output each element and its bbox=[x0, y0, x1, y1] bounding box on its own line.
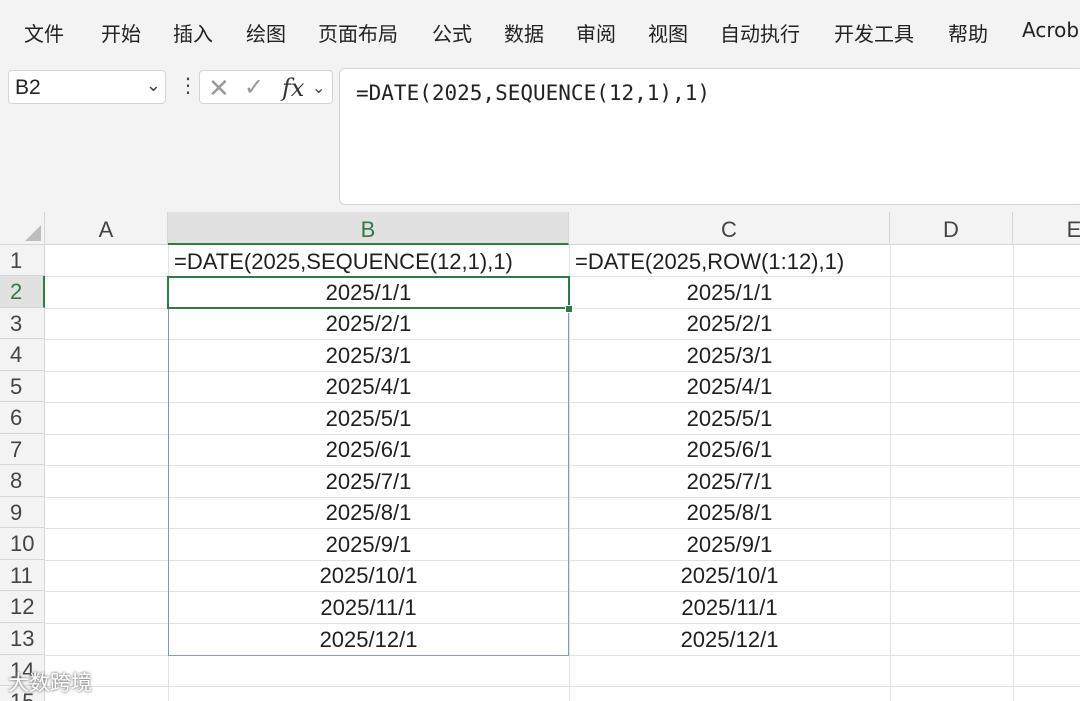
menu-home[interactable]: 开始 bbox=[101, 18, 141, 47]
cell-c2[interactable]: 2025/1/1 bbox=[569, 277, 890, 308]
row-header[interactable]: 3 bbox=[0, 308, 45, 339]
more-options-icon[interactable]: ⋮ bbox=[178, 76, 198, 96]
menu-developer[interactable]: 开发工具 bbox=[834, 18, 914, 47]
column-header-e[interactable]: E bbox=[1013, 212, 1080, 245]
name-box[interactable]: B2 ⌄ bbox=[8, 70, 166, 104]
gridline bbox=[890, 245, 891, 701]
insert-function-button[interactable]: fx bbox=[282, 74, 304, 102]
column-header-b[interactable]: B bbox=[168, 212, 569, 245]
cell-b10[interactable]: 2025/9/1 bbox=[168, 529, 569, 560]
row-header[interactable]: 10 bbox=[0, 528, 45, 560]
formula-area: B2 ⌄ ⋮ ✕ ✓ fx ⌄ =DATE(2025,SEQUENCE(12,1… bbox=[0, 62, 1080, 212]
menu-insert[interactable]: 插入 bbox=[173, 18, 213, 47]
chevron-down-icon[interactable]: ⌄ bbox=[312, 78, 325, 98]
row-header[interactable]: 4 bbox=[0, 339, 45, 371]
row-header[interactable]: 7 bbox=[0, 434, 45, 465]
cell-b13[interactable]: 2025/12/1 bbox=[168, 624, 569, 655]
row-header[interactable]: 8 bbox=[0, 465, 45, 497]
row-header[interactable]: 2 bbox=[0, 276, 45, 308]
watermark: 大数跨境 bbox=[8, 671, 92, 695]
cancel-icon[interactable]: ✕ bbox=[208, 73, 230, 104]
cell-c6[interactable]: 2025/5/1 bbox=[569, 403, 890, 434]
cell-c7[interactable]: 2025/6/1 bbox=[569, 434, 890, 465]
cell-c12[interactable]: 2025/11/1 bbox=[569, 592, 890, 623]
chevron-down-icon[interactable]: ⌄ bbox=[146, 75, 161, 96]
cell-c9[interactable]: 2025/8/1 bbox=[569, 497, 890, 528]
select-all-button[interactable] bbox=[0, 212, 45, 245]
column-header-c[interactable]: C bbox=[569, 212, 890, 245]
cell-c3[interactable]: 2025/2/1 bbox=[569, 308, 890, 339]
row-header[interactable]: 6 bbox=[0, 402, 45, 434]
cell-c10[interactable]: 2025/9/1 bbox=[569, 529, 890, 560]
row-header[interactable]: 13 bbox=[0, 623, 45, 655]
formula-bar[interactable]: =DATE(2025,SEQUENCE(12,1),1) bbox=[339, 68, 1080, 205]
menu-acrobat[interactable]: Acrob bbox=[1022, 18, 1079, 42]
cell-b12[interactable]: 2025/11/1 bbox=[168, 592, 569, 623]
check-icon[interactable]: ✓ bbox=[244, 73, 264, 102]
cell-b2[interactable]: 2025/1/1 bbox=[168, 277, 569, 308]
row-header[interactable]: 5 bbox=[0, 371, 45, 402]
cell-c13[interactable]: 2025/12/1 bbox=[569, 624, 890, 655]
cell-c11[interactable]: 2025/10/1 bbox=[569, 560, 890, 591]
fill-handle[interactable] bbox=[565, 305, 573, 313]
cell-b6[interactable]: 2025/5/1 bbox=[168, 403, 569, 434]
row-header[interactable]: 12 bbox=[0, 591, 45, 623]
gridline bbox=[1013, 245, 1014, 701]
column-header-d[interactable]: D bbox=[890, 212, 1013, 245]
menu-draw[interactable]: 绘图 bbox=[246, 18, 286, 47]
formula-buttons: ✕ ✓ fx ⌄ bbox=[199, 70, 333, 104]
menu-data[interactable]: 数据 bbox=[504, 18, 544, 47]
menu-page-layout[interactable]: 页面布局 bbox=[318, 18, 398, 47]
cell-b5[interactable]: 2025/4/1 bbox=[168, 371, 569, 402]
cell-c4[interactable]: 2025/3/1 bbox=[569, 340, 890, 371]
cell-c8[interactable]: 2025/7/1 bbox=[569, 466, 890, 497]
menu-automate[interactable]: 自动执行 bbox=[720, 18, 800, 47]
menu-review[interactable]: 审阅 bbox=[576, 18, 616, 47]
cell-b1[interactable]: =DATE(2025,SEQUENCE(12,1),1) bbox=[174, 246, 513, 277]
row-header[interactable]: 11 bbox=[0, 560, 45, 591]
menu-file[interactable]: 文件 bbox=[24, 18, 64, 47]
spreadsheet-grid: A B C D E 1 2 3 4 5 6 7 8 9 10 11 12 13 … bbox=[0, 212, 1080, 701]
cell-b8[interactable]: 2025/7/1 bbox=[168, 466, 569, 497]
cell-b11[interactable]: 2025/10/1 bbox=[168, 560, 569, 591]
row-header[interactable]: 1 bbox=[0, 245, 45, 276]
menu-formulas[interactable]: 公式 bbox=[432, 18, 472, 47]
cell-b3[interactable]: 2025/2/1 bbox=[168, 308, 569, 339]
row-header[interactable]: 9 bbox=[0, 497, 45, 528]
menu-view[interactable]: 视图 bbox=[648, 18, 688, 47]
formula-text: =DATE(2025,SEQUENCE(12,1),1) bbox=[356, 81, 711, 105]
gridline bbox=[45, 686, 1080, 687]
ribbon-menu-bar: 文件 开始 插入 绘图 页面布局 公式 数据 审阅 视图 自动执行 开发工具 帮… bbox=[0, 0, 1080, 62]
cell-c5[interactable]: 2025/4/1 bbox=[569, 371, 890, 402]
gridline bbox=[45, 655, 1080, 656]
cell-b9[interactable]: 2025/8/1 bbox=[168, 497, 569, 528]
name-box-value: B2 bbox=[15, 76, 41, 99]
column-header-a[interactable]: A bbox=[45, 212, 168, 245]
select-all-icon bbox=[25, 225, 41, 241]
cell-c1[interactable]: =DATE(2025,ROW(1:12),1) bbox=[575, 246, 844, 277]
cell-b7[interactable]: 2025/6/1 bbox=[168, 434, 569, 465]
cell-b4[interactable]: 2025/3/1 bbox=[168, 340, 569, 371]
menu-help[interactable]: 帮助 bbox=[948, 18, 988, 47]
